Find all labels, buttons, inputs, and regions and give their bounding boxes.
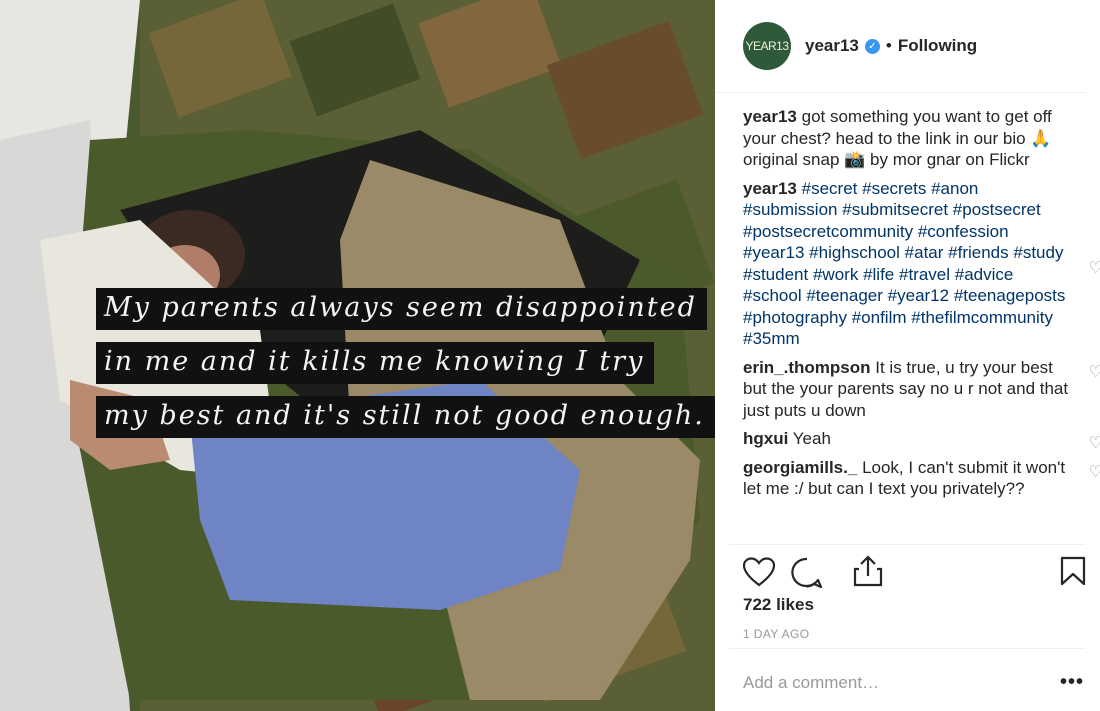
comment-author-link[interactable]: year13 [743, 179, 797, 198]
likes-count[interactable]: 722 likes [743, 595, 814, 615]
comment-item: year13 #secret #secrets #anon #submissio… [743, 178, 1100, 350]
separator-dot: • [885, 36, 892, 55]
hashtag-link[interactable]: #thefilmcommunity [911, 308, 1053, 327]
add-comment-bar: ••• [729, 648, 1086, 711]
comment-item: georgiamills._ Look, I can't submit it w… [743, 457, 1100, 500]
hashtag-link[interactable]: #school [743, 286, 802, 305]
share-icon[interactable] [853, 555, 883, 587]
hashtag-link[interactable]: #photography [743, 308, 847, 327]
comment-author-link[interactable]: georgiamills._ [743, 458, 857, 477]
comment-author-link[interactable]: year13 [743, 107, 797, 126]
post-photo[interactable]: My parents always seem disappointed in m… [0, 0, 715, 711]
hashtag-link[interactable]: #atar [905, 243, 944, 262]
secret-text-overlay: My parents always seem disappointed in m… [96, 288, 715, 450]
hashtag-link[interactable]: #advice [955, 265, 1014, 284]
overlay-line: my best and it's still not good enough. [96, 396, 715, 438]
bookmark-icon[interactable] [1060, 556, 1086, 586]
comments-list: year13 got something you want to get off… [743, 106, 1100, 507]
verified-badge-icon: ✓ [864, 38, 880, 54]
comment-author-link[interactable]: erin_.thompson [743, 358, 871, 377]
hashtag-link[interactable]: #35mm [743, 329, 800, 348]
hashtag-link[interactable]: #highschool [809, 243, 900, 262]
hashtag-link[interactable]: #life [863, 265, 894, 284]
hashtag-link[interactable]: #postsecret [953, 200, 1041, 219]
hashtag-link[interactable]: #study [1013, 243, 1063, 262]
hashtag-link[interactable]: #student [743, 265, 808, 284]
heart-icon[interactable] [743, 557, 775, 587]
comment-item: hgxui Yeah ♡ [743, 428, 1100, 452]
hashtag-link[interactable]: #anon [931, 179, 978, 198]
comment-item: year13 got something you want to get off… [743, 106, 1083, 171]
comment-like-heart-icon[interactable]: ♡ [1089, 462, 1100, 484]
hashtag-link[interactable]: #year13 [743, 243, 804, 262]
instagram-post: My parents always seem disappointed in m… [0, 0, 1100, 711]
comment-like-heart-icon[interactable]: ♡ [1089, 433, 1100, 455]
hashtag-link[interactable]: #work [813, 265, 858, 284]
comment-item: erin_.thompson It is true, u try your be… [743, 357, 1100, 422]
hashtag-link[interactable]: #travel [899, 265, 950, 284]
comment-input[interactable] [743, 663, 1023, 703]
hashtag-link[interactable]: #onfilm [852, 308, 907, 327]
hashtag-link[interactable]: #confession [918, 222, 1009, 241]
post-timestamp[interactable]: 1 DAY AGO [743, 627, 810, 641]
more-options-icon[interactable]: ••• [1060, 671, 1084, 694]
overlay-line: My parents always seem disappointed [96, 288, 707, 330]
hashtag-link[interactable]: #friends [948, 243, 1008, 262]
hashtag-link[interactable]: #year12 [888, 286, 949, 305]
post-header: YEAR13 year13 ✓ • Following [715, 0, 1086, 93]
comment-like-heart-icon[interactable]: ♡ [1089, 362, 1100, 384]
hashtag-link[interactable]: #submitsecret [842, 200, 948, 219]
hashtag-link[interactable]: #secrets [862, 179, 926, 198]
hashtag-link[interactable]: #secret [802, 179, 858, 198]
post-sidebar: YEAR13 year13 ✓ • Following year13 got s… [715, 0, 1100, 711]
comment-like-heart-icon[interactable]: ♡ [1089, 258, 1100, 280]
hashtag-link[interactable]: #submission [743, 200, 838, 219]
following-button[interactable]: Following [898, 36, 977, 56]
comment-text: Yeah [792, 429, 831, 448]
avatar[interactable]: YEAR13 [743, 22, 791, 70]
overlay-line: in me and it kills me knowing I try [96, 342, 655, 384]
comment-icon[interactable] [791, 557, 823, 589]
hashtag-link[interactable]: #teenageposts [954, 286, 1066, 305]
hashtag-link[interactable]: #postsecretcommunity [743, 222, 913, 241]
hashtag-link[interactable]: #teenager [806, 286, 883, 305]
comment-author-link[interactable]: hgxui [743, 429, 788, 448]
username-link[interactable]: year13 [805, 36, 859, 56]
